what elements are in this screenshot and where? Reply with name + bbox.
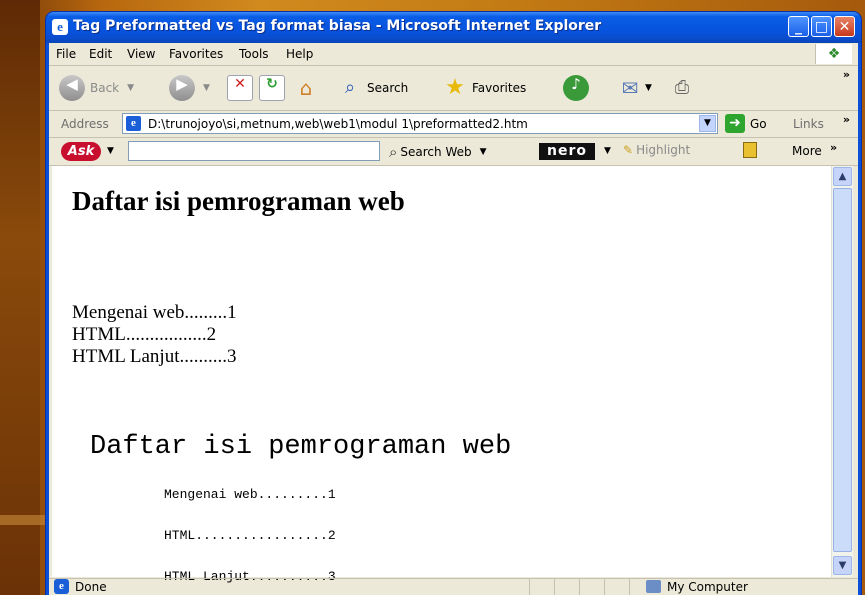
stop-button[interactable]: ✕ xyxy=(227,74,253,102)
highlighter-icon: ✎ xyxy=(623,143,634,157)
status-bar: e Done My Computer xyxy=(49,578,858,595)
links-overflow-icon[interactable]: » xyxy=(843,113,850,126)
window-title: Tag Preformatted vs Tag format biasa - M… xyxy=(73,18,602,34)
ie-icon: e xyxy=(54,579,69,594)
address-input[interactable]: e D:\trunojoyo\si,metnum,web\web1\modul … xyxy=(122,113,718,134)
chevron-down-icon[interactable]: ▼ xyxy=(604,146,611,156)
back-button[interactable]: ◀ Back ▼ xyxy=(59,74,134,102)
go-arrow-icon[interactable]: ➜ xyxy=(725,114,745,133)
pre-line: Mengenai web.........1 xyxy=(164,487,336,502)
minimize-button[interactable]: _ xyxy=(788,16,809,37)
chevron-down-icon: ▼ xyxy=(127,83,135,93)
menu-bar: File Edit View Favorites Tools Help ❖ xyxy=(49,43,858,66)
menu-edit[interactable]: Edit xyxy=(89,47,112,61)
more-button[interactable]: More xyxy=(792,144,822,158)
address-bar: Address e D:\trunojoyo\si,metnum,web\web… xyxy=(49,111,858,138)
page-icon: e xyxy=(126,116,141,131)
status-divider xyxy=(579,579,580,595)
desktop-background-stripe xyxy=(0,0,40,595)
search-icon: ⌕ xyxy=(344,77,356,98)
address-url: D:\trunojoyo\si,metnum,web\web1\modul 1\… xyxy=(148,117,528,131)
chevron-down-icon: ▼ xyxy=(203,83,210,93)
search-web-label: Search Web xyxy=(400,145,472,159)
chevron-down-icon: ▼ xyxy=(645,83,652,93)
windows-logo-icon: ❖ xyxy=(815,44,852,64)
toc-line: HTML Lanjut..........3 xyxy=(72,346,237,367)
back-arrow-icon: ◀ xyxy=(59,75,85,101)
highlight-button[interactable]: ✎ Highlight xyxy=(623,143,690,157)
mail-icon: ✉ xyxy=(621,76,639,100)
search-web-button[interactable]: ⌕ Search Web ▼ xyxy=(389,143,487,161)
stop-icon: ✕ xyxy=(227,75,253,101)
page-heading: Daftar isi pemrograman web xyxy=(72,186,405,216)
status-divider xyxy=(554,579,555,595)
ie-icon: e xyxy=(52,19,68,35)
vertical-scrollbar[interactable]: ▲ ▼ xyxy=(831,166,853,577)
address-dropdown-icon[interactable]: ▼ xyxy=(699,115,716,132)
close-button[interactable]: ✕ xyxy=(834,16,855,37)
ask-search-input[interactable] xyxy=(128,141,380,161)
desktop-background-band xyxy=(0,515,52,525)
menu-view[interactable]: View xyxy=(127,47,155,61)
more-overflow-icon[interactable]: » xyxy=(830,141,837,154)
toolbar-overflow-icon[interactable]: » xyxy=(843,68,850,81)
menu-tools[interactable]: Tools xyxy=(239,47,269,61)
links-button[interactable]: Links xyxy=(793,117,824,131)
browser-window: e Tag Preformatted vs Tag format biasa -… xyxy=(46,12,861,595)
scroll-up-icon[interactable]: ▲ xyxy=(833,167,852,186)
home-icon: ⌂ xyxy=(299,76,313,100)
title-bar[interactable]: e Tag Preformatted vs Tag format biasa -… xyxy=(46,12,861,43)
status-text: Done xyxy=(75,580,107,594)
search-icon: ⌕ xyxy=(389,143,398,161)
nero-logo[interactable]: nero xyxy=(539,143,595,160)
print-button[interactable]: ⎙ xyxy=(669,74,695,102)
favorites-button[interactable]: ★ Favorites xyxy=(442,74,526,102)
marker-icon[interactable] xyxy=(743,142,757,158)
chevron-down-icon: ▼ xyxy=(479,147,487,157)
print-icon: ⎙ xyxy=(674,77,690,98)
security-zone: My Computer xyxy=(667,580,748,594)
status-divider xyxy=(629,579,630,595)
browser-frame: File Edit View Favorites Tools Help ❖ ◀ … xyxy=(49,43,858,595)
favorites-star-icon: ★ xyxy=(445,75,465,100)
address-label: Address xyxy=(61,117,109,131)
pre-line: HTML.................2 xyxy=(164,528,336,543)
status-divider xyxy=(529,579,530,595)
search-label: Search xyxy=(367,81,409,95)
toc-line: HTML.................2 xyxy=(72,324,217,345)
go-button[interactable]: Go xyxy=(750,117,767,131)
pre-heading: Daftar isi pemrograman web xyxy=(90,432,512,462)
page-content: Daftar isi pemrograman web Mengenai web.… xyxy=(52,166,831,584)
forward-button[interactable]: ▶ ▼ xyxy=(169,74,210,102)
back-label: Back xyxy=(90,81,120,95)
refresh-icon: ↻ xyxy=(259,75,285,101)
chevron-down-icon[interactable]: ▼ xyxy=(107,146,114,156)
home-button[interactable]: ⌂ xyxy=(293,74,319,102)
forward-arrow-icon: ▶ xyxy=(169,75,195,101)
media-button[interactable]: ♪ xyxy=(563,74,589,102)
favorites-label: Favorites xyxy=(472,81,527,95)
search-button[interactable]: ⌕ Search xyxy=(337,74,408,102)
media-icon: ♪ xyxy=(563,75,589,101)
scroll-thumb[interactable] xyxy=(833,188,852,552)
maximize-button[interactable]: □ xyxy=(811,16,832,37)
toc-line: Mengenai web.........1 xyxy=(72,302,237,323)
mail-button[interactable]: ✉ ▼ xyxy=(617,74,652,102)
menu-favorites[interactable]: Favorites xyxy=(169,47,223,61)
computer-icon xyxy=(646,580,661,593)
ask-logo[interactable]: Ask xyxy=(61,142,101,161)
scroll-down-icon[interactable]: ▼ xyxy=(833,556,852,575)
ask-toolbar: Ask ▼ ⌕ Search Web ▼ nero ▼ ✎ Highlight … xyxy=(49,138,858,166)
standard-toolbar: ◀ Back ▼ ▶ ▼ ✕ ↻ ⌂ ⌕ Search ★ Favorites … xyxy=(49,66,858,111)
status-divider xyxy=(604,579,605,595)
highlight-label: Highlight xyxy=(636,143,691,157)
refresh-button[interactable]: ↻ xyxy=(259,74,285,102)
menu-file[interactable]: File xyxy=(56,47,76,61)
menu-help[interactable]: Help xyxy=(286,47,313,61)
